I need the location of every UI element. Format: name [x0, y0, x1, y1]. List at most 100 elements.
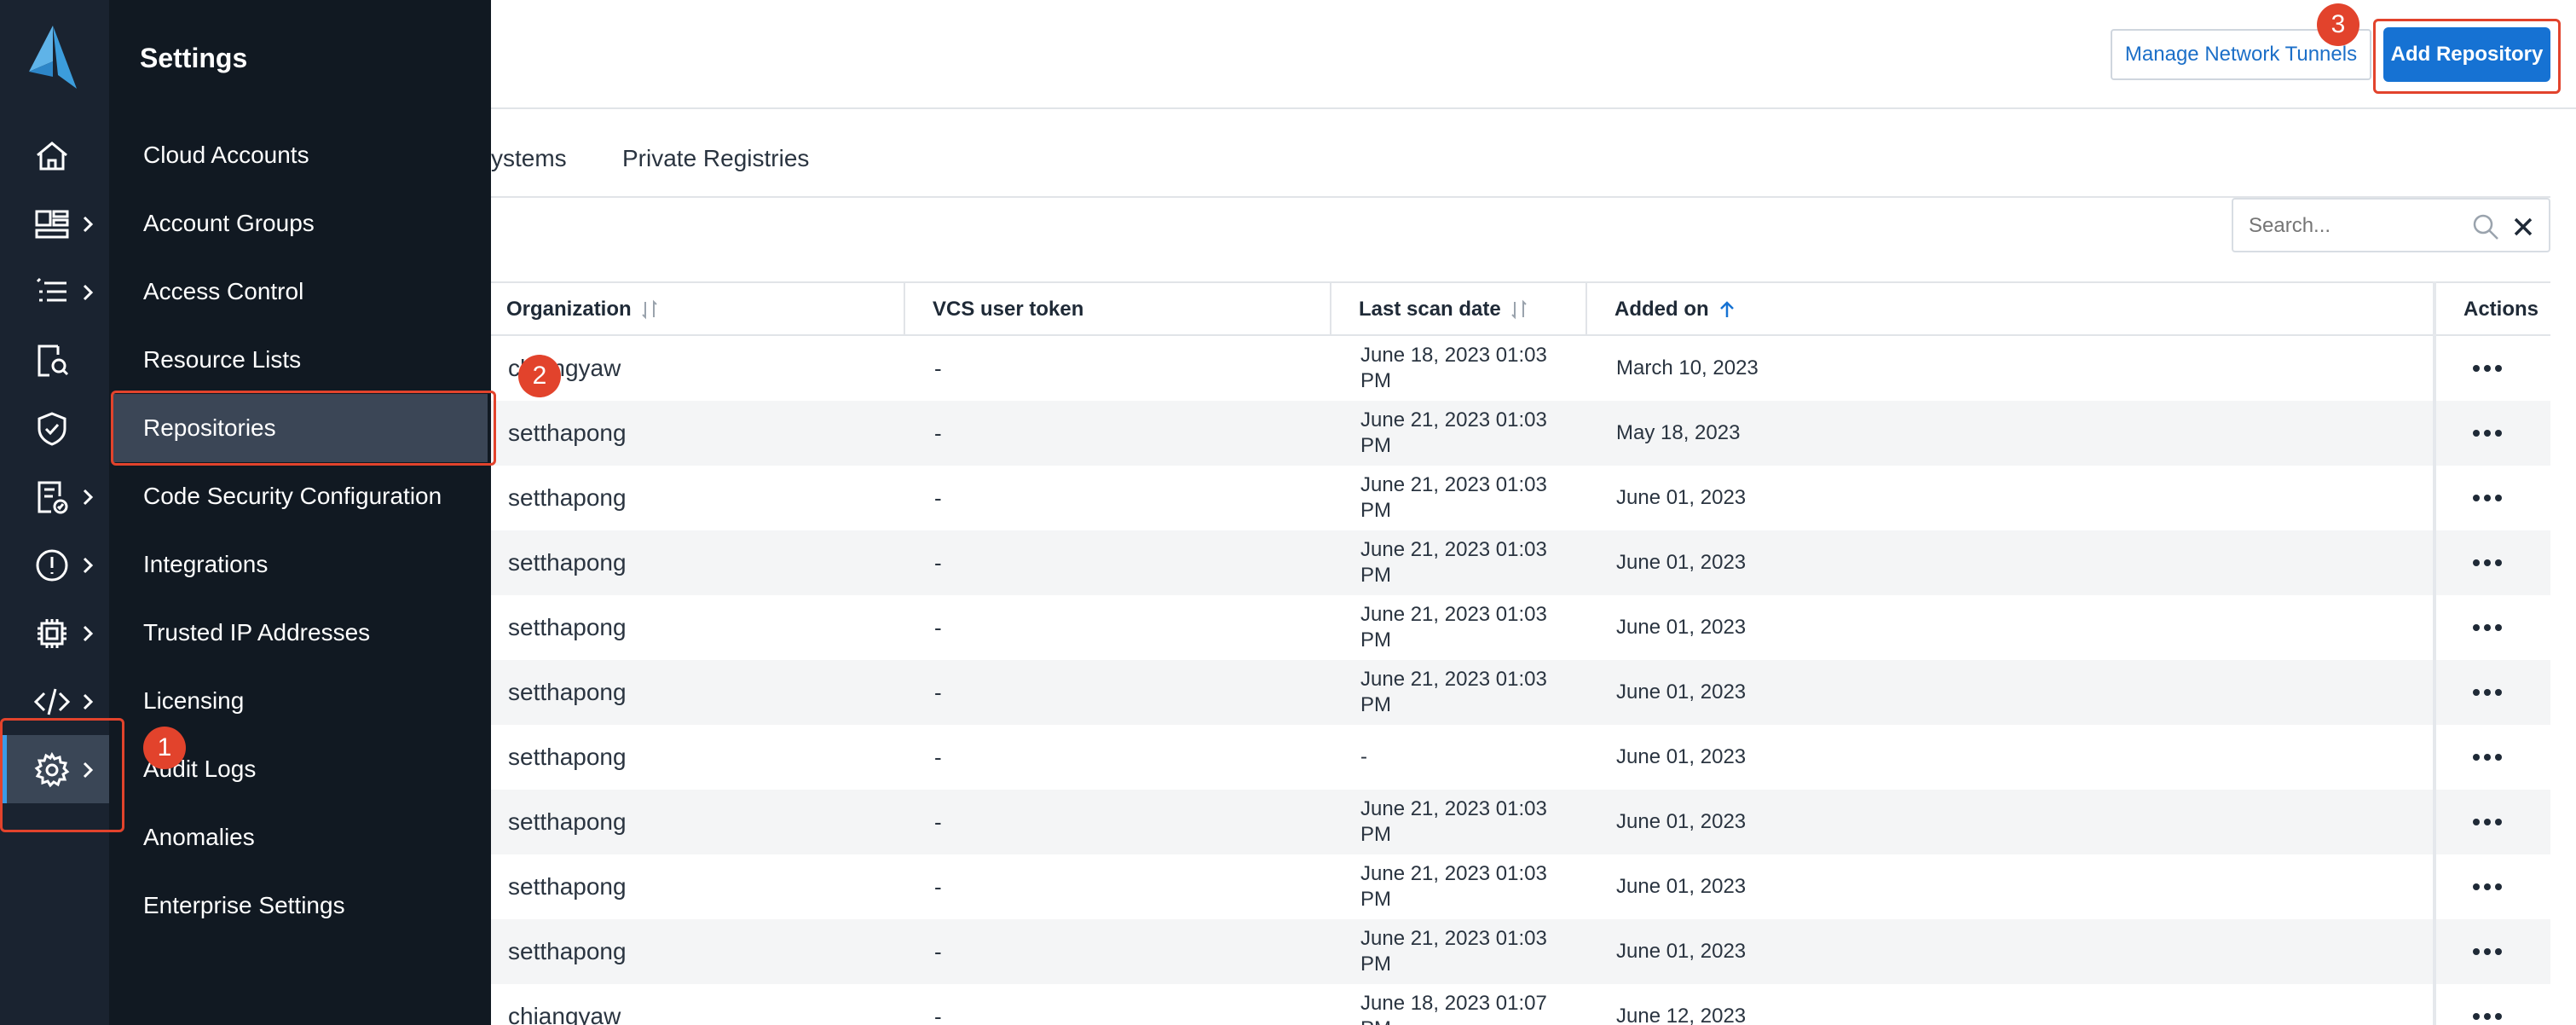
settings-title: Settings	[140, 43, 248, 73]
table-row[interactable]: setthapong - June 21, 2023 01:03 PM June 01…	[491, 466, 2550, 530]
tab-systems[interactable]: ystems	[491, 145, 567, 172]
rail-compliance[interactable]	[0, 462, 109, 530]
row-actions-menu[interactable]	[2470, 725, 2504, 790]
rail-alerts[interactable]	[0, 530, 109, 599]
column-label: Organization	[506, 298, 632, 321]
cell-organization: setthapong	[508, 420, 627, 446]
row-actions-menu[interactable]	[2470, 401, 2504, 466]
highlight-settings	[0, 718, 124, 832]
menu-item-code-security-configuration[interactable]: Code Security Configuration	[113, 462, 488, 530]
column-label: Added on	[1614, 298, 1709, 321]
menu-item-enterprise-settings[interactable]: Enterprise Settings	[113, 872, 488, 940]
cell-last-scan-date: June 21, 2023 01:03 PM	[1360, 927, 1547, 976]
table-row[interactable]: setthapong - June 21, 2023 01:03 PM June 01…	[491, 660, 2550, 725]
row-actions-menu[interactable]	[2470, 466, 2504, 530]
menu-item-trusted-ip-addresses[interactable]: Trusted IP Addresses	[113, 599, 488, 667]
rail-compute[interactable]	[0, 599, 109, 667]
dashboard-icon	[35, 210, 69, 239]
menu-item-integrations[interactable]: Integrations	[113, 530, 488, 599]
row-actions-menu[interactable]	[2470, 660, 2504, 725]
cell-last-scan-date: June 18, 2023 01:03 PM	[1360, 344, 1547, 392]
more-horizontal-icon[interactable]	[2472, 494, 2503, 502]
table-row[interactable]: setthapong - June 21, 2023 01:03 PM June 01…	[491, 919, 2550, 984]
column-header-last-scan-date[interactable]: Last scan date	[1359, 283, 1528, 336]
cell-added-on: June 01, 2023	[1616, 875, 1747, 898]
chevron-right-icon	[83, 216, 94, 233]
table-row[interactable]: setthapong - June 21, 2023 01:03 PM June 01…	[491, 854, 2550, 919]
search-box	[2232, 198, 2550, 252]
sort-icon[interactable]	[640, 299, 659, 320]
table-row[interactable]: setthapong - June 21, 2023 01:03 PM June 01…	[491, 530, 2550, 595]
cell-last-scan-date: June 21, 2023 01:03 PM	[1360, 603, 1547, 651]
cell-added-on: March 10, 2023	[1616, 356, 1759, 379]
column-divider	[1330, 283, 1331, 336]
more-horizontal-icon[interactable]	[2472, 559, 2503, 567]
more-horizontal-icon[interactable]	[2472, 688, 2503, 697]
cell-last-scan-date: June 21, 2023 01:03 PM	[1360, 797, 1547, 846]
compliance-icon	[38, 481, 68, 514]
cell-vcs-user-token: -	[934, 420, 942, 446]
tab-private-registries[interactable]: Private Registries	[622, 145, 809, 172]
menu-item-account-groups[interactable]: Account Groups	[113, 189, 488, 258]
cell-vcs-user-token: -	[934, 744, 942, 770]
icon-rail	[0, 0, 109, 1025]
more-horizontal-icon[interactable]	[2472, 818, 2503, 826]
rail-inventory[interactable]	[0, 258, 109, 326]
cell-added-on: June 12, 2023	[1616, 1005, 1747, 1025]
cell-vcs-user-token: -	[934, 484, 942, 511]
cell-added-on: June 01, 2023	[1616, 810, 1747, 833]
list-icon	[36, 277, 66, 302]
logo-icon[interactable]	[24, 24, 82, 96]
row-actions-menu[interactable]	[2470, 984, 2504, 1025]
more-horizontal-icon[interactable]	[2472, 947, 2503, 956]
more-horizontal-icon[interactable]	[2472, 364, 2503, 373]
search-input[interactable]	[2249, 210, 2470, 242]
cell-organization: setthapong	[508, 744, 627, 770]
more-horizontal-icon[interactable]	[2472, 623, 2503, 632]
rail-dashboards[interactable]	[0, 189, 109, 258]
row-actions-menu[interactable]	[2470, 790, 2504, 854]
menu-item-anomalies[interactable]: Anomalies	[113, 803, 488, 872]
close-icon[interactable]	[2511, 215, 2535, 239]
table-row[interactable]: setthapong - June 21, 2023 01:03 PM May 18,…	[491, 401, 2550, 466]
more-horizontal-icon[interactable]	[2472, 1012, 2503, 1021]
alert-icon	[36, 549, 68, 582]
home-icon	[37, 142, 67, 171]
cell-added-on: June 01, 2023	[1616, 486, 1747, 509]
table-row[interactable]: setthapong - June 21, 2023 01:03 PM June 01…	[491, 790, 2550, 854]
shield-icon	[38, 412, 66, 446]
menu-item-resource-lists[interactable]: Resource Lists	[113, 326, 488, 394]
sort-icon[interactable]	[1510, 299, 1528, 320]
cell-vcs-user-token: -	[934, 1003, 942, 1025]
row-actions-menu[interactable]	[2470, 595, 2504, 660]
table-row[interactable]: setthapong - - June 01, 2023	[491, 725, 2550, 790]
menu-item-licensing[interactable]: Licensing	[113, 667, 488, 735]
code-icon	[33, 688, 71, 715]
menu-item-access-control[interactable]: Access Control	[113, 258, 488, 326]
cell-vcs-user-token: -	[934, 938, 942, 964]
chevron-right-icon	[83, 489, 94, 506]
step-badge-1: 1	[143, 727, 186, 769]
more-horizontal-icon[interactable]	[2472, 429, 2503, 437]
row-actions-menu[interactable]	[2470, 530, 2504, 595]
column-header-organization[interactable]: Organization	[506, 283, 659, 336]
row-actions-menu[interactable]	[2470, 919, 2504, 984]
more-horizontal-icon[interactable]	[2472, 883, 2503, 891]
menu-item-cloud-accounts[interactable]: Cloud Accounts	[113, 121, 488, 189]
sort-ascending-icon[interactable]	[1718, 299, 1736, 320]
column-header-vcs-user-token: VCS user token	[933, 298, 1084, 321]
column-header-added-on[interactable]: Added on	[1614, 283, 1736, 336]
search-icon[interactable]	[2470, 211, 2501, 242]
rail-home[interactable]	[0, 121, 109, 189]
more-horizontal-icon[interactable]	[2472, 753, 2503, 762]
row-actions-menu[interactable]	[2470, 336, 2504, 401]
table-row[interactable]: chiangyaw - June 18, 2023 01:03 PM March 10…	[491, 336, 2550, 401]
cell-vcs-user-token: -	[934, 614, 942, 640]
rail-investigate[interactable]	[0, 326, 109, 394]
table-row[interactable]: chiangyaw - June 18, 2023 01:07 PM June 12,…	[491, 984, 2550, 1025]
row-actions-menu[interactable]	[2470, 854, 2504, 919]
column-divider	[1585, 283, 1587, 336]
table-row[interactable]: setthapong - June 21, 2023 01:03 PM June 01…	[491, 595, 2550, 660]
settings-panel: Settings Cloud Accounts Account Groups A…	[109, 0, 491, 1025]
rail-governance[interactable]	[0, 394, 109, 462]
